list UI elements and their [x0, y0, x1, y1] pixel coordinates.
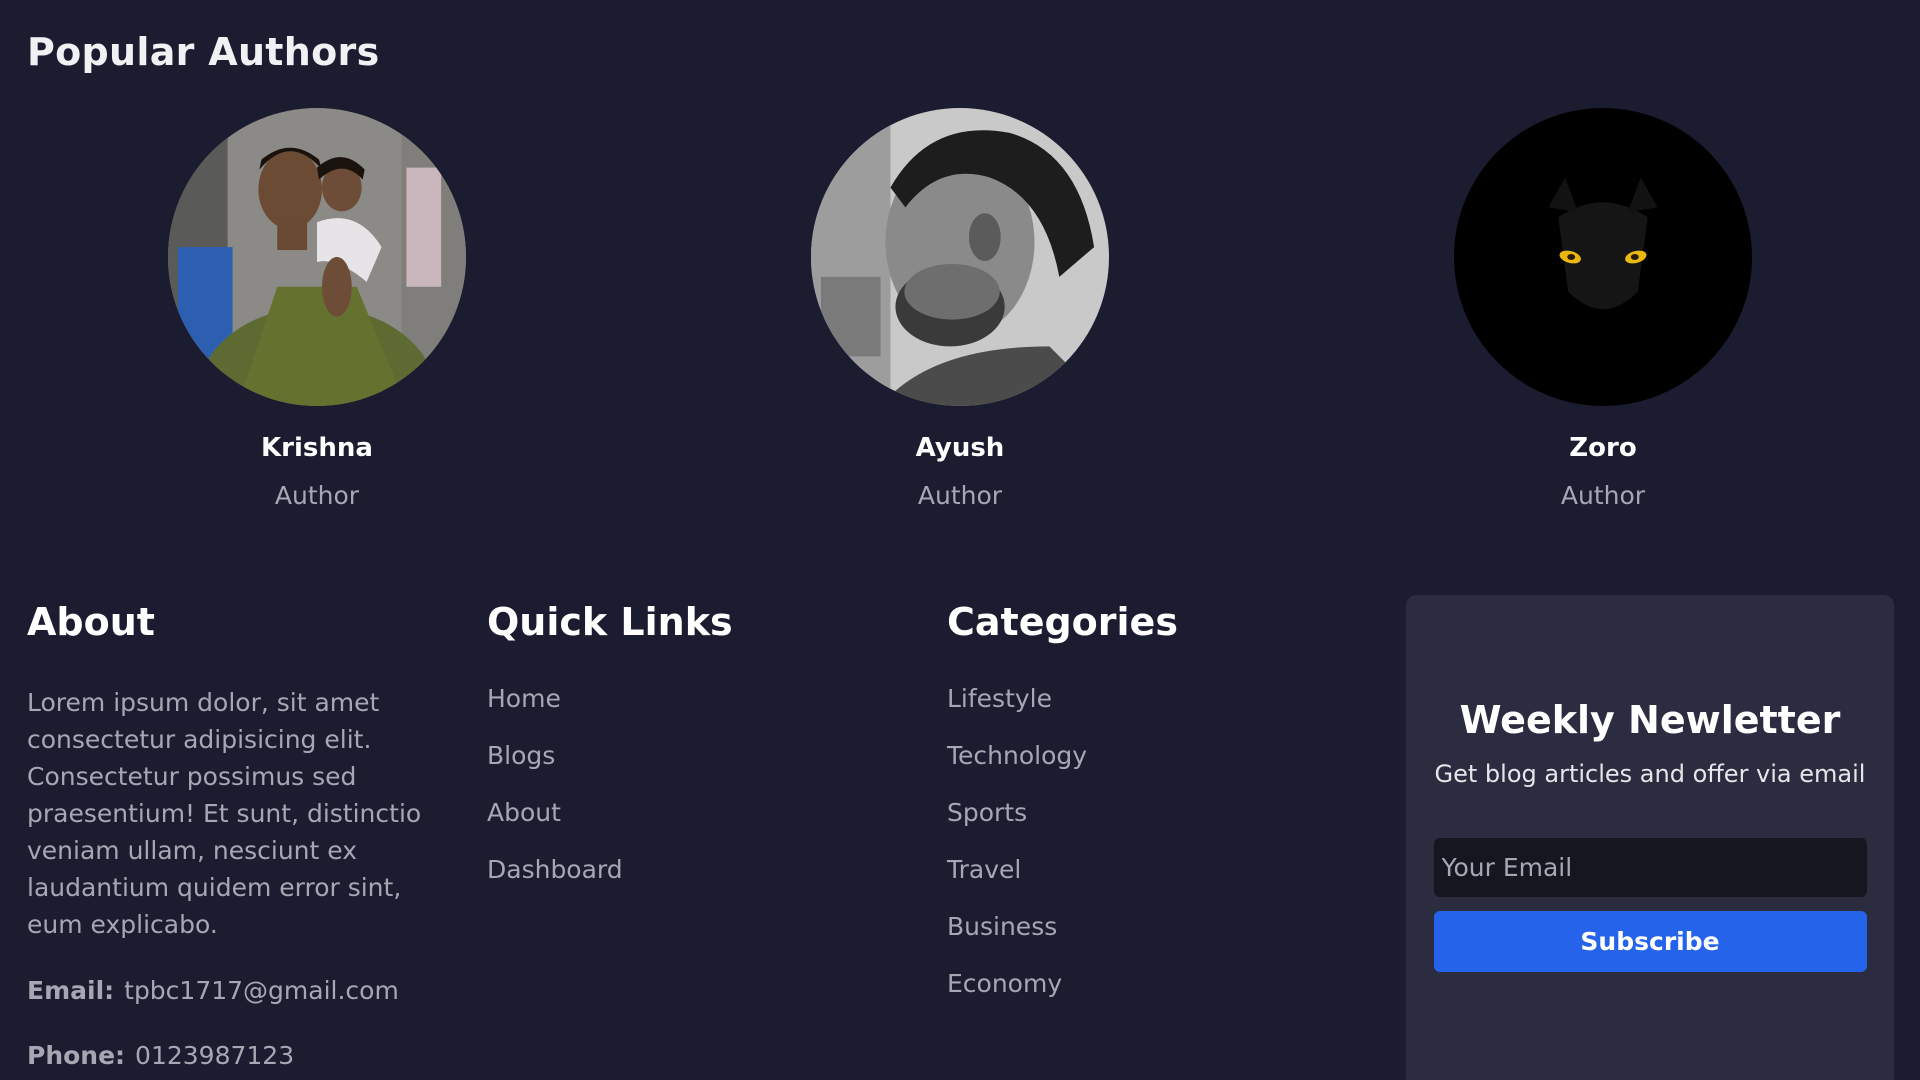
- phone-label: Phone:: [27, 1041, 126, 1070]
- email-label: Email:: [27, 976, 115, 1005]
- newsletter-subtitle: Get blog articles and offer via email: [1434, 760, 1866, 788]
- footer-quick-links-column: Quick Links Home Blogs About Dashboard: [487, 600, 907, 912]
- about-description: Lorem ipsum dolor, sit amet consectetur …: [27, 688, 422, 939]
- quick-link-home[interactable]: Home: [487, 684, 907, 741]
- categories-heading: Categories: [947, 600, 1178, 644]
- avatar-photo-zoro: [1454, 108, 1752, 406]
- newsletter-email-input[interactable]: [1433, 838, 1867, 897]
- avatar-photo-krishna: [168, 108, 466, 406]
- phone-value[interactable]: 0123987123: [135, 1041, 294, 1070]
- categories-list: Lifestyle Technology Sports Travel Busin…: [947, 684, 1367, 1026]
- newsletter-title: Weekly Newletter: [1459, 698, 1841, 742]
- author-role: Author: [917, 481, 1003, 510]
- quick-links-heading: Quick Links: [487, 600, 733, 644]
- contact-phone: Phone: 0123987123: [27, 1041, 457, 1070]
- category-link-lifestyle[interactable]: Lifestyle: [947, 684, 1367, 741]
- author-role: Author: [1560, 481, 1646, 510]
- author-avatar-ayush[interactable]: [811, 108, 1109, 406]
- newsletter-card: Weekly Newletter Get blog articles and o…: [1406, 595, 1894, 1080]
- quick-link-dashboard[interactable]: Dashboard: [487, 855, 907, 912]
- author-card-krishna[interactable]: Krishna Author: [167, 108, 467, 510]
- author-name[interactable]: Ayush: [810, 433, 1110, 463]
- author-card-ayush[interactable]: Ayush Author: [810, 108, 1110, 510]
- footer-categories-column: Categories Lifestyle Technology Sports T…: [947, 600, 1367, 1026]
- quick-link-about[interactable]: About: [487, 798, 907, 855]
- subscribe-button[interactable]: Subscribe: [1433, 911, 1867, 972]
- author-card-zoro[interactable]: Zoro Author: [1453, 108, 1753, 510]
- category-link-economy[interactable]: Economy: [947, 969, 1367, 1026]
- category-link-sports[interactable]: Sports: [947, 798, 1367, 855]
- category-link-technology[interactable]: Technology: [947, 741, 1367, 798]
- author-name[interactable]: Zoro: [1453, 433, 1753, 463]
- about-heading: About: [27, 600, 155, 644]
- page: Popular Authors Krishna Author Ayush Aut…: [0, 0, 1920, 1080]
- category-link-travel[interactable]: Travel: [947, 855, 1367, 912]
- popular-authors-title: Popular Authors: [27, 30, 380, 74]
- footer-about-column: About Lorem ipsum dolor, sit amet consec…: [27, 600, 457, 1070]
- author-role: Author: [274, 481, 360, 510]
- category-link-business[interactable]: Business: [947, 912, 1367, 969]
- quick-links-list: Home Blogs About Dashboard: [487, 684, 907, 912]
- contact-email: Email: tpbc1717@gmail.com: [27, 976, 457, 1005]
- quick-link-blogs[interactable]: Blogs: [487, 741, 907, 798]
- author-name[interactable]: Krishna: [167, 433, 467, 463]
- email-value[interactable]: tpbc1717@gmail.com: [124, 976, 399, 1005]
- author-avatar-krishna[interactable]: [168, 108, 466, 406]
- author-avatar-zoro[interactable]: [1454, 108, 1752, 406]
- avatar-photo-ayush: [811, 108, 1109, 406]
